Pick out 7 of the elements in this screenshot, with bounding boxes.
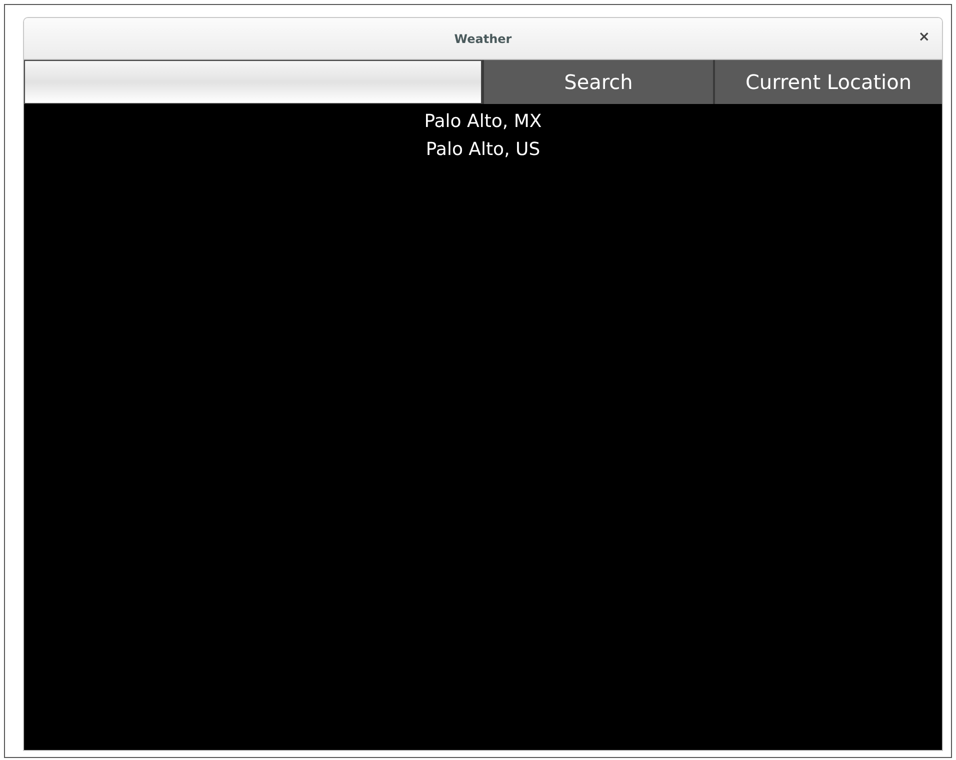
result-item[interactable]: Palo Alto, US [422,136,544,164]
search-field[interactable] [24,60,482,104]
result-item[interactable]: Palo Alto, MX [420,108,546,136]
search-button[interactable]: Search [484,60,713,104]
window-title: Weather [454,30,512,48]
close-button[interactable]: × [918,30,930,44]
location-button[interactable]: Current Location [715,60,942,104]
